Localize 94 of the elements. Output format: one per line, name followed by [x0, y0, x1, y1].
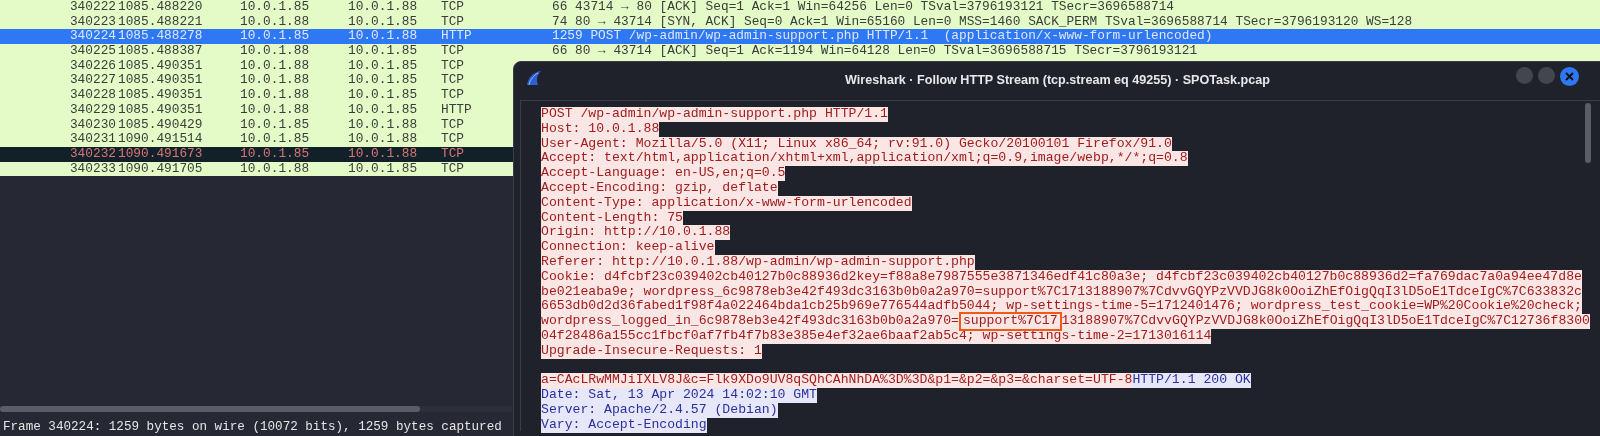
highlighted-text: support%7C17 [958, 312, 1062, 331]
table-cell: 1090.491673 [118, 145, 203, 161]
close-icon[interactable] [1560, 67, 1579, 86]
stream-text: Connection: keep-alive [541, 240, 715, 255]
table-cell: 10.0.1.88 [348, 0, 418, 14]
table-cell: HTTP [441, 101, 472, 117]
table-cell: 340222 [69, 0, 116, 14]
table-cell: TCP [441, 57, 465, 73]
packet-row[interactable]: 340222 1085.488220 10.0.1.85 10.0.1.88 TCP 66 43714 → 80 [ACK] Seq=1 Ack=1 Win=64256 Len=0 TSval=3796193121 TSecr=3696588714 [0, 0, 1600, 15]
table-cell: 10.0.1.85 [348, 160, 418, 176]
table-cell: 10.0.1.88 [240, 101, 310, 117]
maximize-button[interactable] [1538, 67, 1555, 84]
stream-text: Accept-Language: en-US,en;q=0.5 [541, 166, 786, 181]
table-cell: 10.0.1.88 [240, 13, 310, 29]
table-cell: 340232 [69, 145, 116, 161]
stream-text: User-Agent: Mozilla/5.0 (X11; Linux x86_64; rv:91.0) Gecko/20100101 Firefox/91.0 [541, 136, 1172, 152]
table-cell: 80 → 43714 [ACK] Seq=1 Ack=1194 Win=64128 Len=0 TSval=3696588715 TSecr=3796193121 [575, 43, 1198, 59]
window-title: Wireshark · Follow HTTP Stream (tcp.stream eq 49255) · SPOTask.pcap [845, 73, 1270, 87]
status-text: Frame 340224: 1259 bytes on wire (10072 bits), 1259 bytes captured [2, 420, 502, 434]
stream-text: a=CAcLRwMMJiIXLV8J&c=Flk9XDo9UV8qSQhCAhNhDA%3D%3D&p1=&p2=&p3=&charset=UTF-8 [541, 373, 1133, 389]
table-cell: 43714 → 80 [ACK] Seq=1 Ack=1 Win=64256 Len=0 TSval=3796193121 TSecr=3696588714 [575, 0, 1175, 14]
table-cell: TCP [441, 13, 465, 29]
table-cell: 1085.490351 [118, 72, 203, 88]
table-cell: 340233 [69, 160, 116, 176]
stream-text: wordpress_logged_in_6c9878eb3e42f493dc3163b0b0a2a970= [541, 314, 959, 329]
table-cell: 1090.491705 [118, 160, 203, 176]
shark-fin-icon [525, 70, 543, 86]
table-cell: 1085.490351 [118, 57, 203, 73]
table-cell: 10.0.1.85 [348, 87, 418, 103]
table-cell: 1090.491514 [118, 131, 203, 147]
table-cell: 10.0.1.85 [240, 0, 310, 14]
packet-row[interactable]: 340225 1085.488387 10.0.1.88 10.0.1.85 TCP 66 80 → 43714 [ACK] Seq=1 Ack=1194 Win=64128 Len=0 TSval=3696588715 TSecr=3796193121 [0, 44, 1600, 59]
scrollbar[interactable] [0, 406, 420, 412]
table-cell: 80 → 43714 [SYN, ACK] Seq=0 Ack=1 Win=65160 Len=0 MSS=1460 SACK_PERM TSval=3696588714 TSecr=3796193120 WS=128 [575, 13, 1413, 29]
table-cell: 10.0.1.85 [240, 145, 310, 161]
table-cell: 340226 [69, 57, 116, 73]
table-cell: 1085.488387 [118, 43, 203, 59]
stream-text: POST /wp-admin/wp-admin-support.php HTTP/1.1 [541, 107, 888, 122]
table-cell: 10.0.1.88 [348, 28, 418, 44]
scrollbar[interactable] [1585, 103, 1591, 163]
table-cell: 10.0.1.88 [240, 87, 310, 103]
table-cell: TCP [441, 131, 465, 147]
stream-text: Referer: http://10.0.1.88/wp-admin/wp-admin-support.php [541, 254, 975, 270]
table-cell: 340227 [69, 72, 116, 88]
table-cell: TCP [441, 43, 465, 59]
table-cell: 10.0.1.88 [348, 131, 418, 147]
table-cell: 10.0.1.88 [348, 116, 418, 132]
stream-text: Origin: http://10.0.1.88 [541, 225, 731, 241]
table-cell: 340225 [69, 43, 116, 59]
table-cell: 10.0.1.85 [240, 131, 310, 147]
table-cell: TCP [441, 0, 465, 14]
table-cell: 74 [552, 13, 568, 29]
table-cell: 10.0.1.88 [240, 72, 310, 88]
table-cell: POST /wp-admin/wp-admin-support.php HTTP/1.1 (application/x-www-form-urlencoded) [590, 28, 1213, 44]
table-cell: TCP [441, 72, 465, 88]
stream-text: 13188907%7CdvvGQYPzVVDJG8k0OoiZhEfOigQqI3lD5oE1TdceIgC%7C12736f8300 [1061, 314, 1590, 329]
table-cell: 340229 [69, 101, 116, 117]
stream-text: 6653db0d2d36fabed1f98f4a022464bda1cb25b969e776544adfb5044; wp-settings-time-5=1712401476; wordpress_test_cookie=WP%20Cookie%20check; [541, 299, 1582, 315]
table-cell: TCP [441, 116, 465, 132]
stream-text: Content-Type: application/x-www-form-urlencoded [541, 195, 912, 211]
table-cell: HTTP [441, 28, 472, 44]
table-cell: TCP [441, 160, 465, 176]
table-cell: 1085.488278 [118, 28, 203, 44]
table-cell: 10.0.1.85 [240, 116, 310, 132]
table-cell: 10.0.1.85 [240, 28, 310, 44]
table-cell: 1085.490429 [118, 116, 203, 132]
minimize-button[interactable] [1516, 67, 1533, 84]
table-cell: 10.0.1.85 [348, 43, 418, 59]
table-cell: 340230 [69, 116, 116, 132]
table-cell: 340224 [69, 28, 116, 44]
table-cell: 10.0.1.85 [348, 13, 418, 29]
stream-text: Accept: text/html,application/xhtml+xml,application/xml;q=0.9,image/webp,*/*;q=0.8 [541, 151, 1188, 167]
table-cell: 10.0.1.88 [348, 145, 418, 161]
stream-text: Date: Sat, 13 Apr 2024 14:02:10 GMT [541, 388, 817, 403]
table-cell: TCP [441, 145, 465, 161]
table-cell: 1085.488221 [118, 13, 203, 29]
table-cell: 340228 [69, 87, 116, 103]
stream-text: Cookie: d4fcbf23c039402cb40127b0c88936d2key=f88a8e7987555e3871346edf41c80a3e; d4fcbf23c039402cb40127b0c88936d2=fa769dac7a0a94ee47d8e [541, 269, 1582, 285]
table-cell: 66 [552, 0, 568, 14]
table-cell: 1259 [552, 28, 583, 44]
table-cell: 10.0.1.88 [240, 160, 310, 176]
table-cell: 340231 [69, 131, 116, 147]
table-cell: TCP [441, 87, 465, 103]
table-cell: 10.0.1.85 [348, 101, 418, 117]
table-cell: 1085.488220 [118, 0, 203, 14]
table-cell: 340223 [69, 13, 116, 29]
table-cell: 1085.490351 [118, 101, 203, 117]
table-cell: 10.0.1.85 [348, 72, 418, 88]
table-cell: 66 [552, 43, 568, 59]
table-cell: 10.0.1.85 [348, 57, 418, 73]
table-cell: 10.0.1.88 [240, 57, 310, 73]
stream-text: HTTP/1.1 200 OK [1132, 373, 1251, 389]
table-cell: 1085.490351 [118, 87, 203, 103]
table-cell: 10.0.1.88 [240, 43, 310, 59]
